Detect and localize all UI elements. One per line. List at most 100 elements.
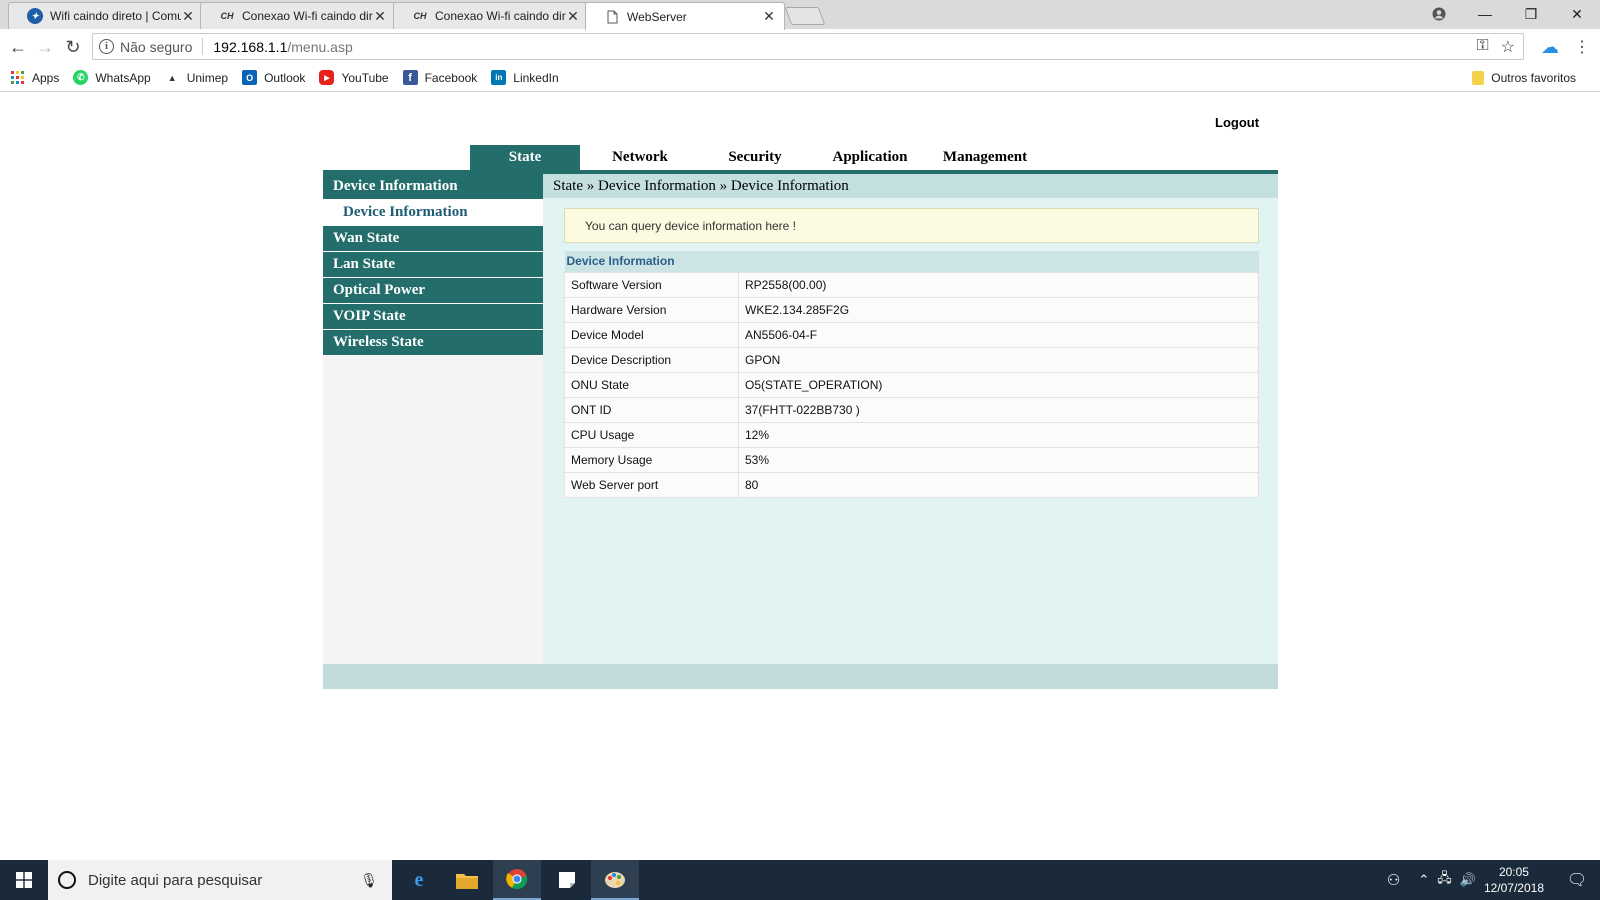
row-key: ONU State [564, 371, 739, 398]
taskbar-search-input[interactable]: Digite aqui para pesquisar 🎙 [48, 860, 392, 900]
minimize-icon[interactable]: — [1462, 0, 1508, 28]
close-window-icon[interactable]: ✕ [1554, 0, 1600, 28]
device-info-table: Device Information Software Version RP255… [564, 251, 1259, 498]
sidebar-item-device-information[interactable]: Device Information [323, 174, 543, 200]
row-key: Device Model [564, 321, 739, 348]
table-row: CPU Usage 12% [564, 421, 1259, 448]
other-bookmarks-label: Outros favoritos [1491, 70, 1576, 85]
bookmark-facebook[interactable]: f Facebook [402, 70, 477, 85]
row-value: GPON [738, 346, 1259, 373]
tab-management[interactable]: Management [930, 145, 1040, 170]
logout-link[interactable]: Logout [1215, 115, 1259, 130]
close-tab-icon[interactable]: ✕ [181, 8, 195, 25]
back-arrow-icon[interactable]: ← [6, 35, 30, 59]
row-value: AN5506-04-F [738, 321, 1259, 348]
community-icon: ✦ [27, 8, 43, 24]
row-key: ONT ID [564, 396, 739, 423]
volume-icon[interactable]: 🔊 [1460, 872, 1476, 888]
page-icon [604, 9, 620, 25]
clock-date: 12/07/2018 [1483, 881, 1544, 895]
key-icon[interactable]: ⚿ [1476, 37, 1488, 57]
taskbar: Digite aqui para pesquisar 🎙 e ⚇ ⌃ 🖧 🔊 2… [0, 860, 1600, 900]
sidebar: Device Information Device Information Wa… [323, 174, 543, 664]
tab-title: Conexao Wi-fi caindo dir [242, 9, 373, 23]
edge-browser-icon[interactable]: e [395, 860, 443, 900]
sidebar-item-lan-state[interactable]: Lan State [323, 252, 543, 278]
whatsapp-icon: ✆ [73, 70, 89, 85]
network-icon[interactable]: 🖧 [1437, 869, 1452, 891]
address-separator [202, 38, 204, 55]
bookmark-unimep[interactable]: ▲ Unimep [165, 70, 228, 85]
url-host[interactable]: 192.168.1.1 [213, 39, 287, 55]
table-title: Device Information [564, 251, 1259, 272]
cl-site-icon: CH [220, 11, 234, 21]
security-status[interactable]: Não seguro [120, 39, 192, 55]
browser-tab-1[interactable]: CH Conexao Wi-fi caindo dir ✕ [200, 2, 396, 29]
windows-start-icon[interactable] [0, 860, 48, 900]
clock[interactable]: 20:05 12/07/2018 [1484, 864, 1544, 896]
bookmark-linkedin[interactable]: in LinkedIn [491, 70, 559, 85]
bookmark-label: Unimep [186, 70, 229, 85]
bookmark-outlook[interactable]: O Outlook [242, 70, 305, 85]
row-key: Hardware Version [564, 296, 739, 323]
restore-icon[interactable]: ❐ [1508, 0, 1554, 28]
router-page: Logout State Network Security Applicatio… [0, 92, 1600, 860]
bookmark-label: Apps [32, 70, 60, 85]
table-row: Software Version RP2558(00.00) [564, 271, 1259, 298]
tab-application[interactable]: Application [810, 145, 930, 170]
row-value: 53% [738, 446, 1259, 473]
sidebar-subitem-device-information[interactable]: Device Information [323, 200, 543, 226]
sidebar-item-optical-power[interactable]: Optical Power [323, 278, 543, 304]
sidebar-item-voip-state[interactable]: VOIP State [323, 304, 543, 330]
sidebar-item-wan-state[interactable]: Wan State [323, 226, 543, 252]
facebook-icon: f [402, 70, 418, 85]
menu-dots-icon[interactable]: ⋮ [1570, 35, 1594, 59]
tab-security[interactable]: Security [700, 145, 810, 170]
star-bookmark-icon[interactable]: ☆ [1501, 37, 1515, 57]
bookmark-label: Outlook [264, 70, 306, 85]
reload-icon[interactable]: ↻ [61, 35, 85, 59]
cl-site-icon: CH [413, 11, 427, 21]
cortana-icon[interactable] [58, 871, 76, 889]
bookmark-apps[interactable]: Apps [10, 70, 59, 85]
row-value: O5(STATE_OPERATION) [738, 371, 1259, 398]
forward-arrow-icon[interactable]: → [33, 35, 57, 59]
browser-toolbar: ← → ↻ i Não seguro 192.168.1.1 /menu.asp… [0, 29, 1600, 64]
info-icon[interactable]: i [99, 39, 114, 54]
sticky-notes-icon[interactable] [543, 860, 591, 900]
close-tab-icon[interactable]: ✕ [762, 8, 776, 25]
cloud-extension-icon[interactable]: ☁ [1538, 35, 1562, 59]
bookmark-label: LinkedIn [513, 70, 559, 85]
chrome-icon[interactable] [493, 860, 541, 900]
youtube-icon: ▶ [319, 70, 335, 85]
table-row: Hardware Version WKE2.134.285F2G [564, 296, 1259, 323]
chevron-up-icon[interactable]: ⌃ [1418, 872, 1429, 888]
bookmark-whatsapp[interactable]: ✆ WhatsApp [73, 70, 151, 85]
address-bar[interactable]: i Não seguro 192.168.1.1 /menu.asp ⚿ ☆ [92, 33, 1524, 60]
browser-tab-3[interactable]: WebServer ✕ [585, 2, 785, 30]
file-explorer-icon[interactable] [443, 860, 491, 900]
table-row: Memory Usage 53% [564, 446, 1259, 473]
tab-network[interactable]: Network [580, 145, 700, 170]
outlook-icon: O [242, 70, 258, 85]
url-path[interactable]: /menu.asp [287, 39, 352, 55]
new-tab-button[interactable] [784, 7, 826, 25]
paint-icon[interactable] [591, 860, 639, 900]
table-row: Web Server port 80 [564, 471, 1259, 498]
bookmark-youtube[interactable]: ▶ YouTube [319, 70, 389, 85]
browser-tab-0[interactable]: ✦ Wifi caindo direto | Comu ✕ [8, 2, 204, 29]
tab-state[interactable]: State [470, 145, 580, 170]
people-icon[interactable]: ⚇ [1387, 871, 1400, 889]
notification-icon[interactable]: 🗨 [1554, 870, 1600, 890]
browser-tab-2[interactable]: CH Conexao Wi-fi caindo dir ✕ [393, 2, 589, 29]
close-tab-icon[interactable]: ✕ [566, 8, 580, 25]
other-bookmarks[interactable]: Outros favoritos [1472, 64, 1576, 91]
close-tab-icon[interactable]: ✕ [373, 8, 387, 25]
row-key: Web Server port [564, 471, 739, 498]
row-value: WKE2.134.285F2G [738, 296, 1259, 323]
table-row: ONT ID 37(FHTT-022BB730 ) [564, 396, 1259, 423]
profile-icon[interactable] [1416, 0, 1462, 28]
microphone-icon[interactable]: 🎙 [360, 872, 378, 889]
sidebar-item-wireless-state[interactable]: Wireless State [323, 330, 543, 356]
row-key: Memory Usage [564, 446, 739, 473]
